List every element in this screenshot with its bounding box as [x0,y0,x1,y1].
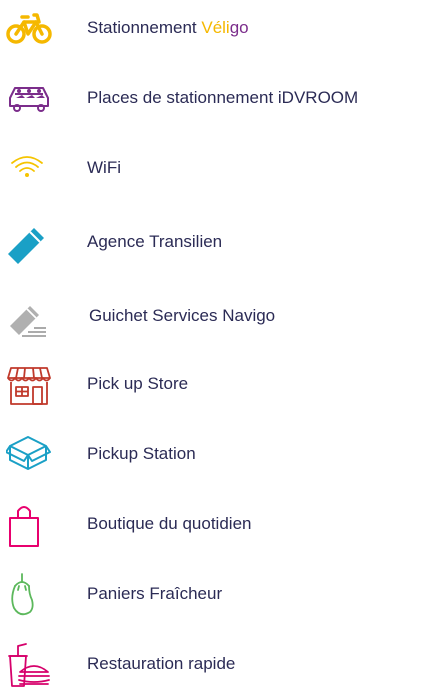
service-label: Restauration rapide [87,654,236,673]
service-item-boutique: Boutique du quotidien [0,500,431,550]
service-label: Stationnement Véligo [87,18,249,37]
service-item-veligo: Stationnement Véligo [0,4,431,54]
service-item-pickup-station: Pickup Station [0,430,431,480]
service-item-paniers-fraicheur: Paniers Fraîcheur [0,570,431,620]
service-item-agence-transilien: Agence Transilien [0,218,431,268]
station-services-list: Stationnement Véligo Places de stationne… [0,0,431,699]
bicycle-icon [6,6,52,52]
service-label: Places de stationnement iDVROOM [87,88,359,107]
eggplant-icon [6,572,52,618]
service-label: Guichet Services Navigo [89,306,276,325]
service-label: WiFi [87,158,121,177]
service-item-guichet-navigo: Guichet Services Navigo [0,292,431,342]
service-item-wifi: WiFi [0,144,431,194]
service-label: Boutique du quotidien [87,514,252,533]
service-item-pick-up-store: Pick up Store [0,360,431,410]
fast-food-icon [6,642,52,688]
wifi-icon [6,146,52,192]
ticket-card-icon [6,220,52,266]
service-item-restauration-rapide: Restauration rapide [0,640,431,690]
service-label: Pickup Station [87,444,196,463]
service-item-idvroom: Places de stationnement iDVROOM [0,74,431,124]
shopping-bag-icon [6,502,52,548]
storefront-icon [6,362,52,408]
veligo-brand-part1: Véli [201,18,230,37]
service-label: Agence Transilien [87,232,223,251]
parcel-box-icon [6,432,52,478]
veligo-brand-part2: go [229,18,249,37]
service-label: Paniers Fraîcheur [87,584,223,603]
service-label: Pick up Store [87,374,189,393]
card-slot-icon [6,294,52,340]
carpool-icon [6,76,52,122]
